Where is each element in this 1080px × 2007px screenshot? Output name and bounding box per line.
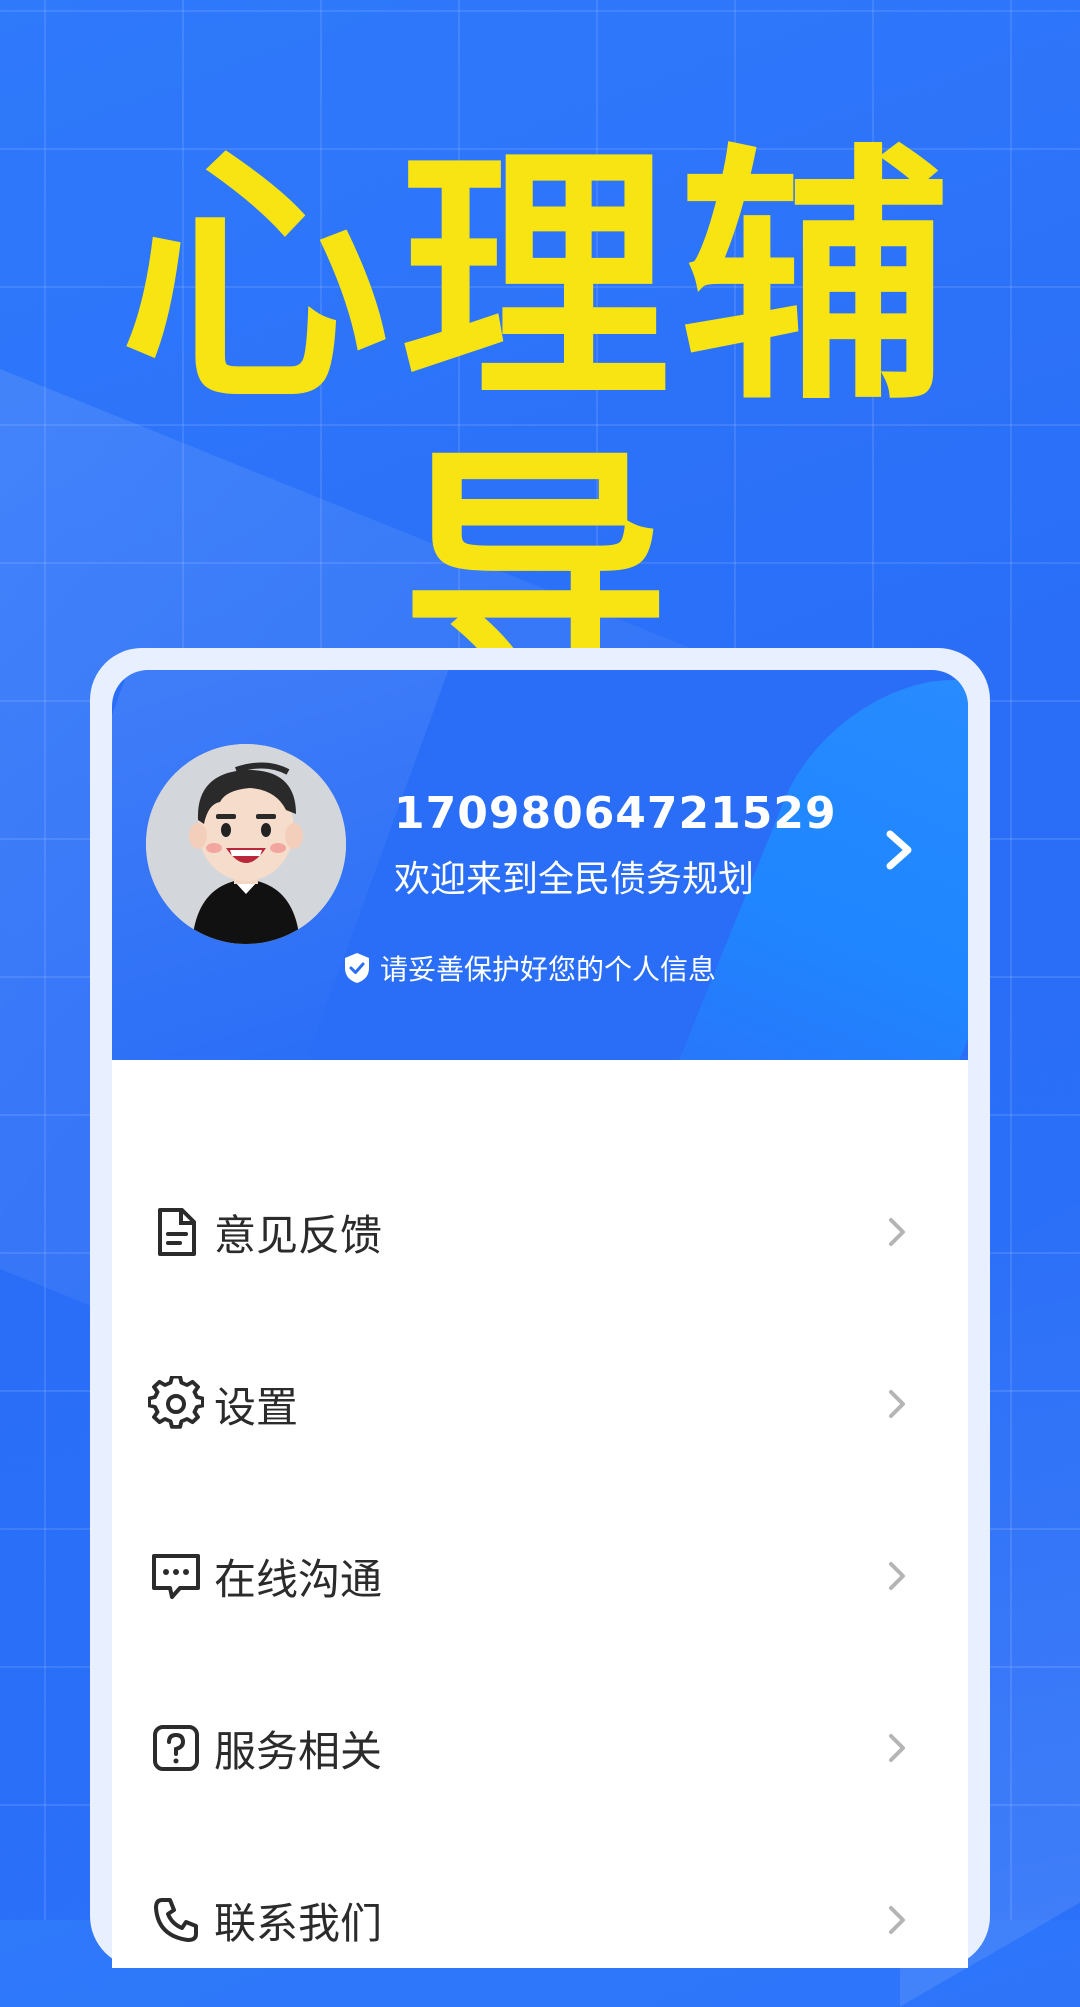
privacy-notice: 请妥善保护好您的个人信息 <box>342 948 716 988</box>
hero-title: 心理辅导 <box>120 122 960 737</box>
shield-check-icon <box>345 953 369 983</box>
chevron-right-icon <box>889 1562 905 1590</box>
phone-screen: 17098064721529 欢迎来到全民债务规划 请妥善保护好您的个人信息 意… <box>112 670 968 1968</box>
menu-item-label: 联系我们 <box>214 1898 383 1948</box>
avatar-cartoon-icon <box>146 744 346 944</box>
chat-icon <box>152 1554 200 1599</box>
menu-item-label: 意见反馈 <box>214 1210 383 1260</box>
user-phone-number: 17098064721529 <box>394 788 837 839</box>
menu-item-feedback[interactable]: 意见反馈 <box>112 1172 968 1292</box>
menu-item-service[interactable]: 服务相关 <box>112 1688 968 1808</box>
chevron-right-icon[interactable] <box>874 820 924 880</box>
menu-item-label: 在线沟通 <box>214 1554 383 1604</box>
help-icon <box>153 1725 199 1771</box>
avatar[interactable] <box>146 744 346 944</box>
menu-item-settings[interactable]: 设置 <box>112 1344 968 1464</box>
menu-item-online-chat[interactable]: 在线沟通 <box>112 1516 968 1636</box>
phone-icon <box>154 1898 198 1942</box>
chevron-right-icon <box>889 1390 905 1418</box>
document-icon <box>158 1208 196 1256</box>
chevron-right-icon <box>889 1734 905 1762</box>
gear-icon <box>148 1376 204 1429</box>
phone-mockup: 17098064721529 欢迎来到全民债务规划 请妥善保护好您的个人信息 意… <box>90 648 990 1968</box>
profile-header[interactable]: 17098064721529 欢迎来到全民债务规划 请妥善保护好您的个人信息 <box>112 670 968 1060</box>
menu-item-label: 设置 <box>214 1382 299 1432</box>
chevron-right-icon <box>889 1906 905 1934</box>
chevron-right-icon <box>889 1218 905 1246</box>
menu-item-contact[interactable]: 联系我们 <box>112 1860 968 1968</box>
welcome-text: 欢迎来到全民债务规划 <box>394 859 755 900</box>
privacy-notice-text: 请妥善保护好您的个人信息 <box>380 953 717 986</box>
menu-item-label: 服务相关 <box>214 1726 383 1776</box>
